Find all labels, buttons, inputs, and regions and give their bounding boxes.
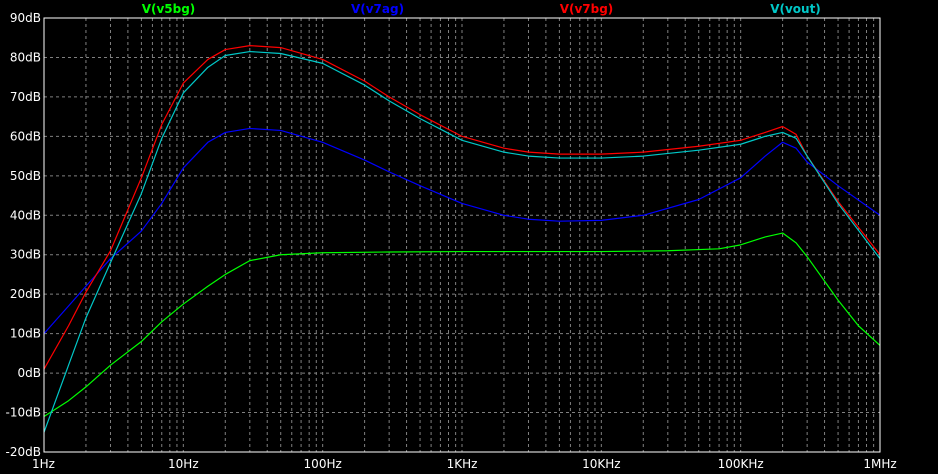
- y-tick-label: 60dB: [10, 129, 41, 143]
- legend-entry: V(v5bg): [142, 2, 196, 16]
- legend-entry: V(v7bg): [560, 2, 614, 16]
- x-tick-label: 10KHz: [582, 457, 620, 471]
- x-tick-label: 1Hz: [32, 457, 55, 471]
- plot-background: [0, 0, 938, 474]
- x-tick-label: 10Hz: [168, 457, 199, 471]
- y-tick-label: -10dB: [6, 406, 41, 420]
- x-tick-label: 1MHz: [863, 457, 896, 471]
- x-tick-label: 1KHz: [447, 457, 478, 471]
- x-tick-label: 100KHz: [718, 457, 764, 471]
- y-tick-label: 70dB: [10, 90, 41, 104]
- y-tick-label: 20dB: [10, 287, 41, 301]
- x-tick-label: 100Hz: [304, 457, 342, 471]
- y-tick-label: 40dB: [10, 208, 41, 222]
- legend-entry: V(v7ag): [351, 2, 404, 16]
- y-tick-label: 50dB: [10, 169, 41, 183]
- y-tick-label: 80dB: [10, 50, 41, 64]
- legend-entry: V(vout): [770, 2, 821, 16]
- y-tick-label: 0dB: [18, 366, 41, 380]
- y-tick-label: 90dB: [10, 11, 41, 25]
- y-tick-label: 10dB: [10, 327, 41, 341]
- bode-plot: 90dB 80dB 70dB 60dB 50dB 40dB 30dB 20dB 10dB 0dB -…: [0, 0, 938, 474]
- y-tick-label: 30dB: [10, 248, 41, 262]
